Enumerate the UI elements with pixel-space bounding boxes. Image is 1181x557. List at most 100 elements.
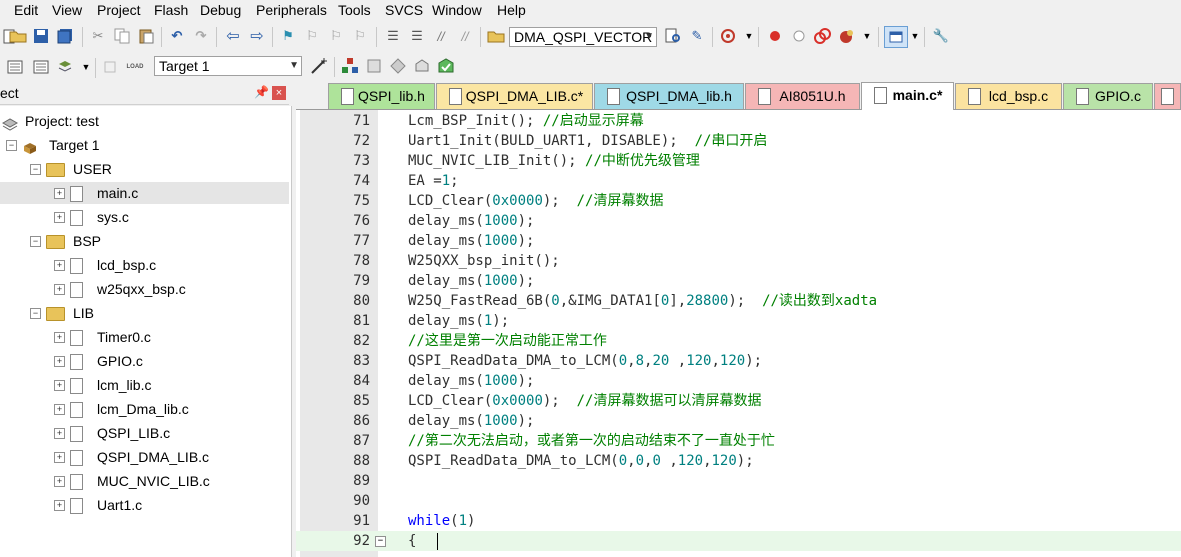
rebuild-icon[interactable] bbox=[57, 58, 75, 76]
tab-lcd-bsp-c[interactable]: lcd_bsp.c bbox=[955, 83, 1062, 109]
pack-green-icon[interactable] bbox=[437, 57, 455, 75]
menu-edit[interactable]: Edit bbox=[14, 1, 38, 19]
code-line[interactable]: 82 //这里是第一次启动能正常工作 bbox=[296, 331, 1181, 351]
expand-toggle[interactable]: + bbox=[54, 284, 65, 295]
unindent-icon[interactable]: ☰ bbox=[408, 27, 426, 45]
code-line[interactable]: 90 bbox=[296, 491, 1181, 511]
code-editor[interactable]: 71 Lcm_BSP_Init(); //启动显示屏幕 72 Uart1_Init(B… bbox=[296, 110, 1181, 557]
bookmark-prev-icon[interactable]: ⚐ bbox=[303, 27, 321, 45]
expand-toggle[interactable]: + bbox=[54, 356, 65, 367]
build-icon[interactable] bbox=[32, 58, 50, 76]
expand-toggle[interactable]: + bbox=[54, 452, 65, 463]
tree-file-uart1-c[interactable]: + Uart1.c bbox=[0, 494, 289, 516]
breakpoint-disable-icon[interactable] bbox=[790, 27, 808, 45]
collapse-toggle[interactable]: − bbox=[30, 164, 41, 175]
tree-file-gpio-c[interactable]: + GPIO.c bbox=[0, 350, 289, 372]
expand-toggle[interactable]: + bbox=[54, 500, 65, 511]
tree-file-muc-nvic-lib-c[interactable]: + MUC_NVIC_LIB.c bbox=[0, 470, 289, 492]
settings-wrench-icon[interactable]: 🔧 bbox=[932, 27, 950, 45]
save-icon[interactable] bbox=[32, 27, 50, 45]
pack-installer-icon[interactable] bbox=[413, 57, 431, 75]
target-options-combo[interactable]: DMA_QSPI_VECTOR ▼ bbox=[509, 27, 657, 47]
chevron-down-icon[interactable]: ▼ bbox=[740, 27, 758, 45]
tree-file-lcm-lib-c[interactable]: + lcm_lib.c bbox=[0, 374, 289, 396]
code-line[interactable]: 80 W25Q_FastRead_6B(0,&IMG_DATA1[0],28800… bbox=[296, 291, 1181, 311]
breakpoint-icon[interactable] bbox=[766, 27, 784, 45]
menu-debug[interactable]: Debug bbox=[200, 1, 241, 19]
code-line[interactable]: 89 bbox=[296, 471, 1181, 491]
load-icon[interactable]: LOAD bbox=[124, 56, 146, 78]
code-line[interactable]: 84 delay_ms(1000); bbox=[296, 371, 1181, 391]
bookmark-clear-icon[interactable]: ⚐ bbox=[351, 27, 369, 45]
expand-toggle[interactable]: + bbox=[54, 212, 65, 223]
select-packs-icon[interactable] bbox=[365, 57, 383, 75]
tab-qspi-dma-lib-c[interactable]: QSPI_DMA_LIB.c* bbox=[436, 83, 593, 109]
copy-icon[interactable] bbox=[113, 27, 131, 45]
breakpoint-kill-icon[interactable] bbox=[814, 27, 832, 45]
tree-group-user[interactable]: − USER bbox=[0, 158, 289, 180]
menu-peripherals[interactable]: Peripherals bbox=[256, 1, 327, 19]
chevron-down-icon[interactable]: ▼ bbox=[858, 27, 876, 45]
expand-toggle[interactable]: + bbox=[54, 476, 65, 487]
redo-icon[interactable]: ↷ bbox=[192, 27, 210, 45]
code-line[interactable]: 79 delay_ms(1000); bbox=[296, 271, 1181, 291]
code-line[interactable]: 87 //第二次无法启动，或者第一次的启动结束不了一直处于忙 bbox=[296, 431, 1181, 451]
tab-overflow[interactable] bbox=[1154, 83, 1181, 109]
expand-toggle[interactable]: + bbox=[54, 188, 65, 199]
code-line[interactable]: 73 MUC_NVIC_LIB_Init(); //中断优先级管理 bbox=[296, 151, 1181, 171]
collapse-toggle[interactable]: − bbox=[6, 140, 17, 151]
fold-toggle[interactable]: − bbox=[375, 536, 386, 547]
collapse-toggle[interactable]: − bbox=[30, 308, 41, 319]
bookmark-next-icon[interactable]: ⚐ bbox=[327, 27, 345, 45]
tree-file-main-c[interactable]: + main.c bbox=[0, 182, 289, 204]
tree-file-qspi-dma-lib-c[interactable]: + QSPI_DMA_LIB.c bbox=[0, 446, 289, 468]
menu-help[interactable]: Help bbox=[497, 1, 526, 19]
code-line[interactable]: 71 Lcm_BSP_Init(); //启动显示屏幕 bbox=[296, 111, 1181, 131]
find-in-files-icon[interactable] bbox=[487, 27, 505, 45]
manage-rte-icon[interactable] bbox=[389, 57, 407, 75]
tree-file-lcm-dma-lib-c[interactable]: + lcm_Dma_lib.c bbox=[0, 398, 289, 420]
find-icon[interactable] bbox=[664, 27, 682, 45]
menu-svcs[interactable]: SVCS bbox=[385, 1, 423, 19]
menu-project[interactable]: Project bbox=[97, 1, 141, 19]
target-select-combo[interactable]: Target 1 ▼ bbox=[154, 56, 302, 76]
pin-icon[interactable]: 📌 bbox=[254, 85, 269, 99]
tab-qspi-lib-h[interactable]: QSPI_lib.h bbox=[328, 83, 435, 109]
chevron-down-icon[interactable]: ▼ bbox=[77, 58, 95, 76]
tree-file-qspi-lib-c[interactable]: + QSPI_LIB.c bbox=[0, 422, 289, 444]
code-line[interactable]: 85 LCD_Clear(0x0000); //清屏幕数据可以清屏幕数据 bbox=[296, 391, 1181, 411]
code-line[interactable]: 72 Uart1_Init(BULD_UART1, DISABLE); //串口开… bbox=[296, 131, 1181, 151]
tree-group-lib[interactable]: − LIB bbox=[0, 302, 289, 324]
paste-icon[interactable] bbox=[137, 27, 155, 45]
window-layout-icon[interactable] bbox=[884, 26, 908, 48]
tree-target[interactable]: − Target 1 bbox=[0, 134, 289, 156]
tree-project-root[interactable]: Project: test bbox=[0, 110, 289, 132]
tree-file-lcd-bsp-c[interactable]: + lcd_bsp.c bbox=[0, 254, 289, 276]
tab-qspi-dma-lib-h[interactable]: QSPI_DMA_lib.h bbox=[594, 83, 744, 109]
translate-icon[interactable] bbox=[6, 58, 24, 76]
expand-toggle[interactable]: + bbox=[54, 404, 65, 415]
code-line[interactable]: 74 EA =1; bbox=[296, 171, 1181, 191]
incremental-find-icon[interactable]: ✎ bbox=[688, 27, 706, 45]
open-folder-icon[interactable] bbox=[9, 27, 27, 45]
code-line[interactable]: 76 delay_ms(1000); bbox=[296, 211, 1181, 231]
menu-flash[interactable]: Flash bbox=[154, 1, 188, 19]
menu-window[interactable]: Window bbox=[432, 1, 482, 19]
navigate-back-icon[interactable]: ⇦ bbox=[224, 27, 242, 45]
code-line[interactable]: 86 delay_ms(1000); bbox=[296, 411, 1181, 431]
code-line[interactable]: 91 while(1) bbox=[296, 511, 1181, 531]
tree-file-sys-c[interactable]: + sys.c bbox=[0, 206, 289, 228]
save-all-icon[interactable] bbox=[56, 27, 74, 45]
manage-project-items-icon[interactable] bbox=[341, 57, 359, 75]
code-line[interactable]: 77 delay_ms(1000); bbox=[296, 231, 1181, 251]
expand-toggle[interactable]: + bbox=[54, 332, 65, 343]
debug-start-icon[interactable] bbox=[720, 27, 738, 45]
menu-view[interactable]: View bbox=[52, 1, 82, 19]
code-line[interactable]: 75 LCD_Clear(0x0000); //清屏幕数据 bbox=[296, 191, 1181, 211]
bookmark-icon[interactable]: ⚑ bbox=[279, 27, 297, 45]
menu-tools[interactable]: Tools bbox=[338, 1, 371, 19]
stop-build-icon[interactable] bbox=[101, 58, 119, 76]
close-icon[interactable]: × bbox=[272, 86, 286, 100]
breakpoint-manage-icon[interactable] bbox=[838, 27, 856, 45]
navigate-forward-icon[interactable]: ⇨ bbox=[248, 27, 266, 45]
